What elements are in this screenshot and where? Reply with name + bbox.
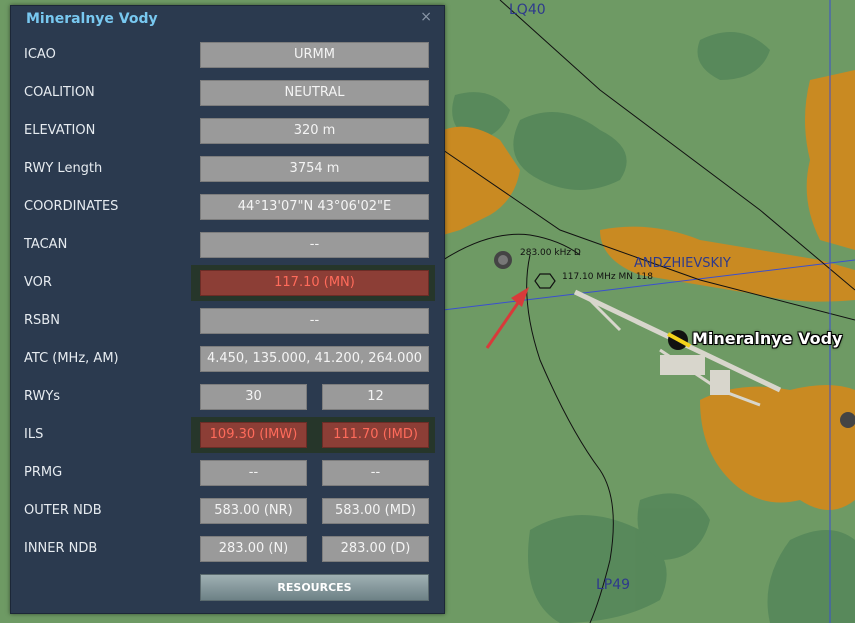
info-row: RWY Length 3754 m xyxy=(11,156,444,182)
info-row: ELEVATION 320 m xyxy=(11,118,444,144)
row-label: TACAN xyxy=(24,237,68,252)
info-row: OUTER NDB 583.00 (NR) 583.00 (MD) xyxy=(11,498,444,524)
value-field: URMM xyxy=(200,42,429,68)
value-field: 283.00 (D) xyxy=(322,536,429,562)
value-field: 283.00 (N) xyxy=(200,536,307,562)
row-label: OUTER NDB xyxy=(24,503,102,518)
value-field: 109.30 (IMW) xyxy=(200,422,307,448)
row-label: INNER NDB xyxy=(24,541,98,556)
vor-label: 117.10 MHz MN 118 xyxy=(562,272,654,282)
row-label: RWYs xyxy=(24,389,61,404)
value-field: 583.00 (NR) xyxy=(200,498,307,524)
airfield-label[interactable]: Mineralnye Vody xyxy=(692,329,842,348)
value-field: -- xyxy=(200,308,429,334)
value-field: 117.10 (MN) xyxy=(200,270,429,296)
row-label: RWY Length xyxy=(24,161,103,176)
row-label: PRMG xyxy=(24,465,63,480)
close-button[interactable]: × xyxy=(420,9,432,25)
row-label: COALITION xyxy=(24,85,95,100)
grid-label-top: LQ40 xyxy=(509,2,546,18)
row-label: COORDINATES xyxy=(24,199,119,214)
info-row: TACAN -- xyxy=(11,232,444,258)
row-label: ILS xyxy=(24,427,44,442)
resources-button[interactable]: RESOURCES xyxy=(200,574,429,601)
info-row: VOR 117.10 (MN) xyxy=(11,265,444,301)
value-field: 3754 m xyxy=(200,156,429,182)
value-field: -- xyxy=(322,460,429,486)
info-row: ILS 109.30 (IMW) 111.70 (IMD) xyxy=(11,417,444,453)
value-field: 111.70 (IMD) xyxy=(322,422,429,448)
info-row: COORDINATES 44°13'07"N 43°06'02"E xyxy=(11,194,444,220)
value-field: -- xyxy=(200,460,307,486)
airfield-info-panel: Mineralnye Vody × ICAO URMM COALITION NEUTR… xyxy=(10,5,445,614)
value-field: 320 m xyxy=(200,118,429,144)
value-field: -- xyxy=(200,232,429,258)
ndb-label: 283.00 kHz D xyxy=(520,248,581,258)
row-label: ICAO xyxy=(24,47,56,62)
info-row: COALITION NEUTRAL xyxy=(11,80,444,106)
info-row: RSBN -- xyxy=(11,308,444,334)
info-row: ATC (MHz, AM) 4.450, 135.000, 41.200, 264… xyxy=(11,346,444,372)
value-field: 44°13'07"N 43°06'02"E xyxy=(200,194,429,220)
row-label: ELEVATION xyxy=(24,123,96,138)
row-label: VOR xyxy=(24,275,52,290)
grid-label-bottom: LP49 xyxy=(596,577,631,593)
info-row: RWYs 30 12 xyxy=(11,384,444,410)
town-label: ANDZHIEVSKIY xyxy=(634,256,731,271)
info-row: PRMG -- -- xyxy=(11,460,444,486)
info-row: INNER NDB 283.00 (N) 283.00 (D) xyxy=(11,536,444,562)
info-row: ICAO URMM xyxy=(11,42,444,68)
panel-title: Mineralnye Vody xyxy=(26,11,158,27)
value-field: 583.00 (MD) xyxy=(322,498,429,524)
value-field: 4.450, 135.000, 41.200, 264.000 xyxy=(200,346,429,372)
row-label: ATC (MHz, AM) xyxy=(24,351,119,366)
value-field: NEUTRAL xyxy=(200,80,429,106)
value-field: 30 xyxy=(200,384,307,410)
row-label: RSBN xyxy=(24,313,60,328)
value-field: 12 xyxy=(322,384,429,410)
